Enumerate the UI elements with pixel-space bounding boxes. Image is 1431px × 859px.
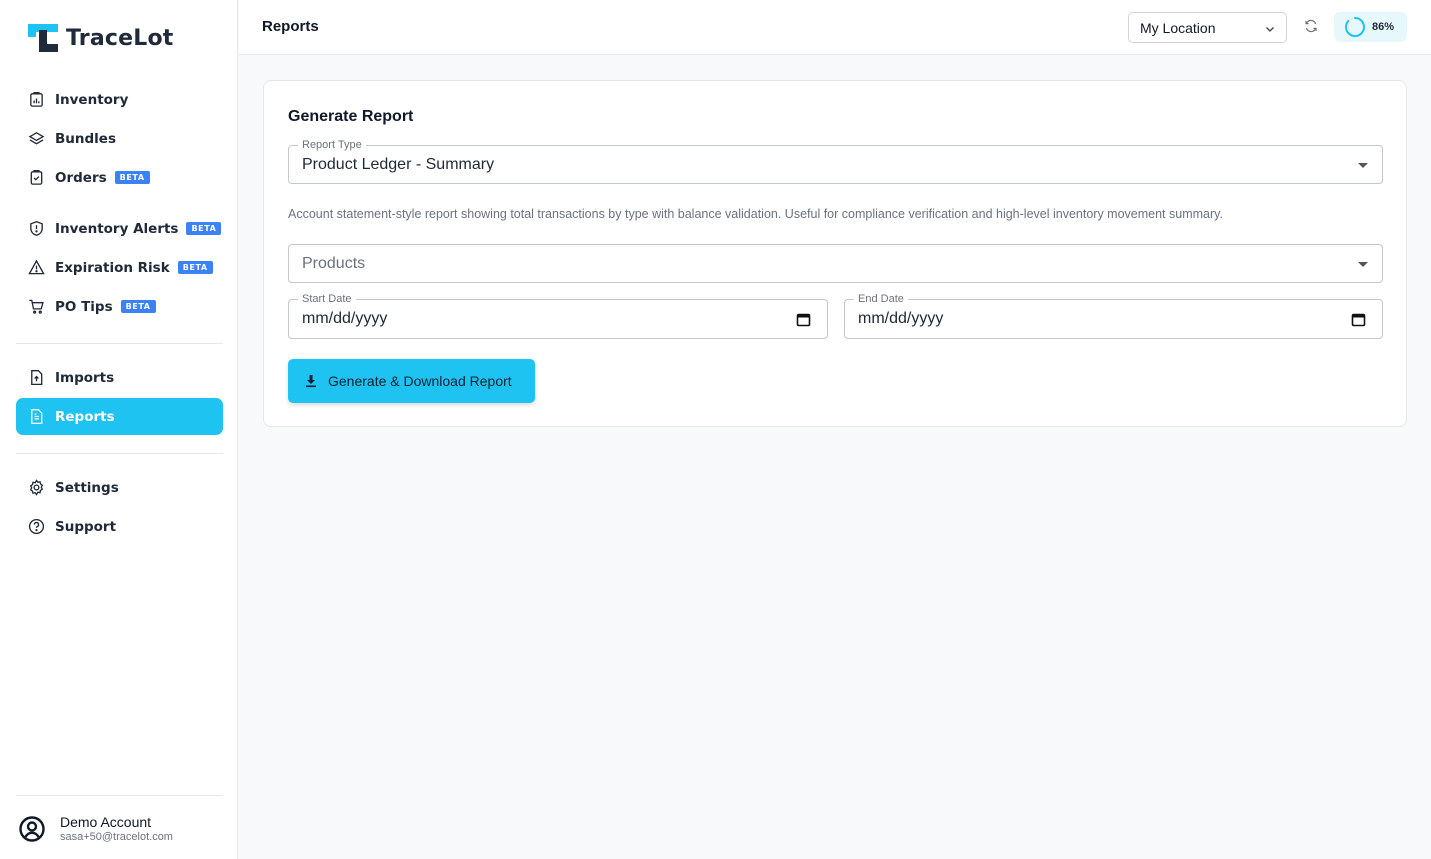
- sidebar-divider: [16, 343, 223, 344]
- file-upload-icon: [27, 369, 45, 387]
- sidebar-item-orders[interactable]: Orders BETA: [16, 159, 223, 196]
- sidebar-divider: [16, 795, 223, 796]
- location-value: My Location: [1140, 20, 1216, 36]
- sidebar-item-label: Support: [55, 518, 117, 535]
- sidebar-item-inventory-alerts[interactable]: Inventory Alerts BETA: [16, 210, 223, 247]
- sidebar-item-reports[interactable]: Reports: [16, 398, 223, 435]
- generate-button-label: Generate & Download Report: [328, 373, 512, 389]
- nav-group-system: Settings Support: [16, 469, 223, 547]
- report-type-select[interactable]: Report Type Product Ledger - Summary: [288, 139, 1383, 184]
- sidebar-item-label: Imports: [55, 369, 115, 386]
- user-info: Demo Account sasa+50@tracelot.com: [60, 814, 173, 843]
- download-icon: [304, 374, 318, 388]
- page-title: Reports: [262, 18, 319, 35]
- inventory-icon: [27, 91, 45, 109]
- user-avatar-icon: [18, 815, 46, 843]
- nav-group-insights: Inventory Alerts BETA Expiration Risk BE…: [16, 210, 223, 327]
- shield-alert-icon: [27, 220, 45, 238]
- products-select[interactable]: Products: [288, 244, 1383, 283]
- calendar-icon[interactable]: [796, 312, 811, 327]
- user-account[interactable]: Demo Account sasa+50@tracelot.com: [18, 814, 173, 843]
- top-header: Reports My Location 86%: [239, 0, 1431, 55]
- sidebar-item-label: Reports: [55, 408, 115, 425]
- sidebar-item-label: Settings: [55, 479, 119, 496]
- report-type-value: Product Ledger - Summary: [302, 156, 495, 173]
- generate-report-card: Generate Report Report Type Product Ledg…: [263, 80, 1407, 427]
- calendar-icon[interactable]: [1351, 312, 1366, 327]
- report-type-label: Report Type: [298, 139, 366, 151]
- location-select[interactable]: My Location: [1128, 12, 1287, 43]
- cart-icon: [27, 298, 45, 316]
- products-placeholder: Products: [302, 255, 366, 272]
- sidebar-item-support[interactable]: Support: [16, 508, 223, 545]
- sidebar-item-settings[interactable]: Settings: [16, 469, 223, 506]
- file-report-icon: [27, 408, 45, 426]
- sidebar-item-bundles[interactable]: Bundles: [16, 120, 223, 157]
- layers-icon: [27, 130, 45, 148]
- start-date-label: Start Date: [298, 293, 356, 305]
- start-date-input[interactable]: Start Date mm/dd/yyyy: [288, 293, 828, 339]
- progress-ring-icon: [1345, 17, 1365, 37]
- app-logo[interactable]: TraceLot: [28, 24, 174, 52]
- completion-percent: 86%: [1372, 21, 1395, 33]
- end-date-label: End Date: [854, 293, 908, 305]
- sidebar-item-imports[interactable]: Imports: [16, 359, 223, 396]
- beta-badge: BETA: [177, 261, 213, 274]
- caret-down-icon: [1358, 163, 1368, 168]
- sidebar-item-inventory[interactable]: Inventory: [16, 81, 223, 118]
- help-icon: [27, 518, 45, 536]
- caret-down-icon: [1358, 262, 1368, 267]
- sidebar-divider: [16, 453, 223, 454]
- completion-indicator[interactable]: 86%: [1334, 12, 1407, 42]
- generate-download-button[interactable]: Generate & Download Report: [288, 359, 535, 403]
- warning-icon: [27, 259, 45, 277]
- sidebar: TraceLot Inventory Bundles Orders BETA I…: [0, 0, 238, 859]
- beta-badge: BETA: [120, 300, 156, 313]
- beta-badge: BETA: [186, 222, 222, 235]
- sidebar-item-po-tips[interactable]: PO Tips BETA: [16, 288, 223, 325]
- end-date-input[interactable]: End Date mm/dd/yyyy: [844, 293, 1383, 339]
- gear-icon: [27, 479, 45, 497]
- clipboard-icon: [27, 169, 45, 187]
- app-name: TraceLot: [66, 25, 174, 51]
- sidebar-item-expiration-risk[interactable]: Expiration Risk BETA: [16, 249, 223, 286]
- nav-group-main: Inventory Bundles Orders BETA: [16, 81, 223, 198]
- card-title: Generate Report: [288, 108, 414, 125]
- end-date-value: mm/dd/yyyy: [858, 310, 944, 327]
- user-email: sasa+50@tracelot.com: [60, 831, 173, 843]
- nav-group-data: Imports Reports: [16, 359, 223, 437]
- user-name: Demo Account: [60, 814, 152, 830]
- sidebar-item-label: Inventory: [55, 91, 129, 108]
- start-date-value: mm/dd/yyyy: [302, 310, 388, 327]
- sidebar-item-label: Inventory Alerts: [55, 220, 179, 237]
- sidebar-item-label: Bundles: [55, 130, 116, 147]
- sidebar-item-label: Orders: [55, 169, 107, 186]
- sidebar-item-label: Expiration Risk: [55, 259, 170, 276]
- chevron-down-icon: [1264, 22, 1276, 34]
- tracelot-logo-icon: [28, 24, 58, 52]
- beta-badge: BETA: [114, 171, 150, 184]
- refresh-icon[interactable]: [1303, 18, 1319, 34]
- report-description: Account statement-style report showing t…: [288, 207, 1223, 221]
- sidebar-item-label: PO Tips: [55, 298, 113, 315]
